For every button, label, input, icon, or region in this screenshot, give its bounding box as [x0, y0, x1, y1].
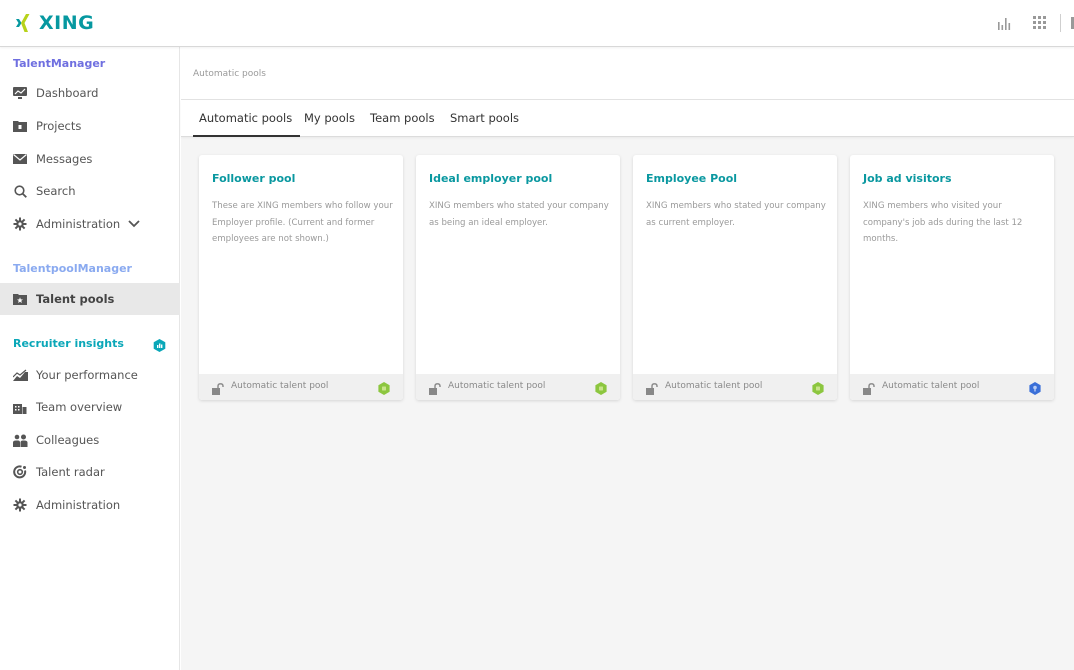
- radar-icon: [12, 464, 28, 480]
- jobs-hex-icon: [1029, 380, 1041, 395]
- xing-logo-icon: [13, 12, 35, 34]
- search-icon: [12, 183, 28, 199]
- xing-wordmark: XING: [39, 12, 95, 34]
- sidebar-item-messages[interactable]: Messages: [0, 143, 180, 175]
- sidebar-item-label: Colleagues: [36, 433, 100, 447]
- header-divider: [1060, 14, 1061, 32]
- card-footer-label: Automatic talent pool: [231, 381, 329, 391]
- main-content: Automatic pools Automatic pools My pools…: [181, 47, 1074, 670]
- sidebar-item-label: Messages: [36, 152, 93, 166]
- xing-logo[interactable]: XING: [13, 12, 94, 34]
- sidebar-item-label: Team overview: [36, 400, 123, 414]
- card-footer: Automatic talent pool: [199, 374, 403, 400]
- section-title-recruiter-insights: Recruiter insights: [13, 337, 124, 350]
- card-footer-label: Automatic talent pool: [448, 381, 546, 391]
- chevron-down-icon[interactable]: [128, 220, 140, 228]
- talentmanager-hex-icon: [595, 380, 607, 395]
- insights-hex-badge-icon: [153, 337, 166, 352]
- talentmanager-hex-icon: [378, 380, 390, 395]
- pool-card-job-ad-visitors[interactable]: Job ad visitors XING members who visited…: [850, 155, 1054, 400]
- card-description: These are XING members who follow your E…: [212, 201, 393, 244]
- card-description: XING members who visited your company's …: [863, 201, 1023, 244]
- card-description: XING members who stated your company as …: [646, 201, 826, 228]
- pool-card-follower[interactable]: Follower pool These are XING members who…: [199, 155, 403, 400]
- card-footer: Automatic talent pool: [850, 374, 1054, 400]
- stats-icon[interactable]: [994, 13, 1014, 33]
- unlocked-icon: [646, 380, 658, 395]
- sidebar-item-label: Administration: [36, 217, 121, 231]
- unlocked-icon: [212, 380, 224, 395]
- card-title: Employee Pool: [646, 172, 738, 185]
- card-title: Follower pool: [212, 172, 296, 185]
- sidebar-item-label: Your performance: [36, 368, 138, 382]
- section-title-talentmanager: TalentManager: [13, 57, 106, 70]
- unlocked-icon: [863, 380, 875, 395]
- pool-card-employee[interactable]: Employee Pool XING members who stated yo…: [633, 155, 837, 400]
- pool-tabs: Automatic pools My pools Team pools Smar…: [181, 100, 1074, 137]
- sidebar-item-search[interactable]: Search: [0, 175, 180, 207]
- breadcrumb-bar: Automatic pools: [181, 47, 1074, 100]
- gear-icon: [12, 497, 28, 513]
- card-footer: Automatic talent pool: [633, 374, 837, 400]
- talentmanager-hex-icon: [812, 380, 824, 395]
- envelope-icon: [12, 151, 28, 167]
- colleagues-icon: [12, 432, 28, 448]
- sidebar-item-your-performance[interactable]: Your performance: [0, 359, 180, 391]
- top-header: XING: [0, 0, 1074, 47]
- sidebar-item-insights-administration[interactable]: Administration: [0, 489, 180, 521]
- sidebar-item-label: Projects: [36, 119, 82, 133]
- sidebar: TalentManager Dashboard Projects Message…: [0, 47, 180, 670]
- team-building-icon: [12, 399, 28, 415]
- star-folder-icon: [12, 291, 28, 307]
- sidebar-item-dashboard[interactable]: Dashboard: [0, 77, 180, 109]
- sidebar-item-colleagues[interactable]: Colleagues: [0, 424, 180, 456]
- performance-chart-icon: [12, 367, 28, 383]
- sidebar-item-label: Search: [36, 184, 76, 198]
- sidebar-item-label: Dashboard: [36, 86, 99, 100]
- dashboard-icon: [12, 85, 28, 101]
- sidebar-item-label: Talent pools: [36, 292, 115, 306]
- tab-smart-pools[interactable]: Smart pools: [450, 111, 519, 137]
- pool-card-ideal-employer[interactable]: Ideal employer pool XING members who sta…: [416, 155, 620, 400]
- card-footer-label: Automatic talent pool: [882, 381, 980, 391]
- projects-folder-icon: [12, 118, 28, 134]
- sidebar-item-administration[interactable]: Administration: [0, 208, 180, 240]
- tab-team-pools[interactable]: Team pools: [370, 111, 435, 137]
- card-title: Ideal employer pool: [429, 172, 553, 185]
- sidebar-item-talent-radar[interactable]: Talent radar: [0, 456, 180, 488]
- tab-my-pools[interactable]: My pools: [304, 111, 355, 137]
- card-title: Job ad visitors: [863, 172, 952, 185]
- sidebar-item-projects[interactable]: Projects: [0, 110, 180, 142]
- apps-grid-icon[interactable]: [1030, 13, 1050, 33]
- sidebar-item-label: Administration: [36, 498, 121, 512]
- sidebar-item-talent-pools[interactable]: Talent pools: [0, 283, 180, 315]
- card-footer: Automatic talent pool: [416, 374, 620, 400]
- card-description: XING members who stated your company as …: [429, 201, 609, 228]
- card-footer-label: Automatic talent pool: [665, 381, 763, 391]
- gear-icon: [12, 216, 28, 232]
- unlocked-icon: [429, 380, 441, 395]
- section-title-talentpoolmanager: TalentpoolManager: [13, 262, 132, 275]
- sidebar-item-label: Talent radar: [36, 465, 105, 479]
- tab-automatic-pools[interactable]: Automatic pools: [192, 111, 301, 137]
- breadcrumb: Automatic pools: [193, 69, 266, 79]
- sidebar-item-team-overview[interactable]: Team overview: [0, 391, 180, 423]
